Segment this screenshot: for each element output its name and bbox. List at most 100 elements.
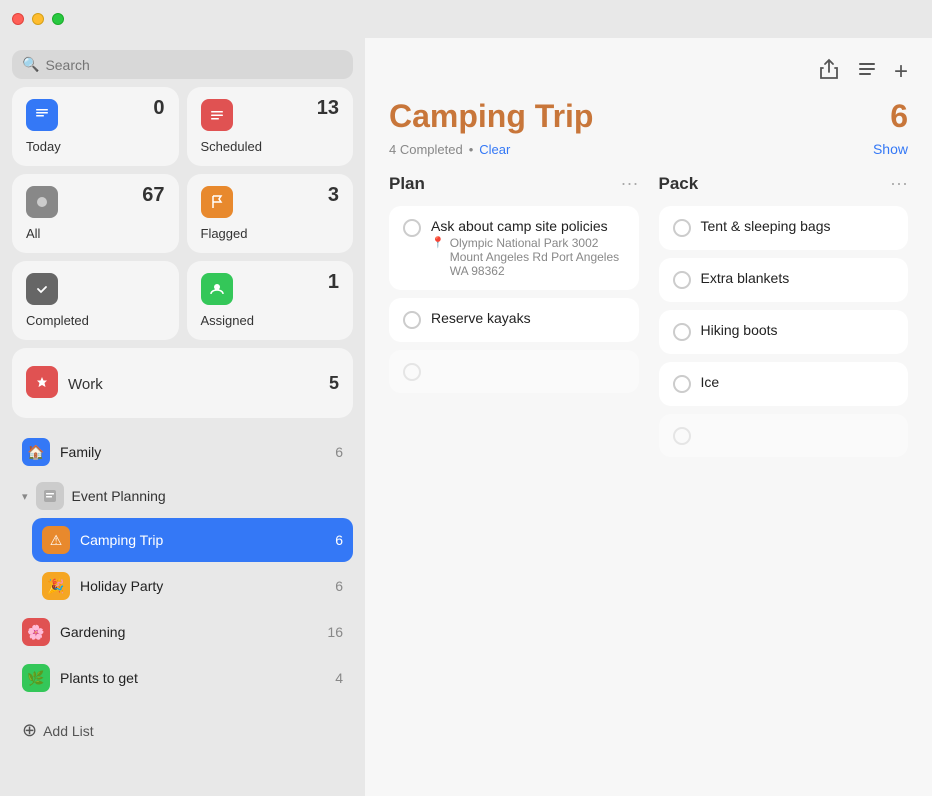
task-checkbox-ice[interactable] [673, 375, 691, 393]
pack-column-title: Pack [659, 174, 699, 194]
task-checkbox-1[interactable] [403, 219, 421, 237]
task-ask-about-camp[interactable]: Ask about camp site policies 📍 Olympic N… [389, 206, 639, 290]
task-checkbox-tent[interactable] [673, 219, 691, 237]
add-task-icon[interactable]: + [894, 58, 908, 86]
smart-list-flagged[interactable]: 3 Flagged [187, 174, 354, 253]
meta-clear-button[interactable]: Clear [479, 142, 510, 157]
holiday-party-icon: 🎉 [42, 572, 70, 600]
meta-separator: • [469, 142, 474, 157]
group-chevron-icon: ▾ [22, 490, 28, 503]
search-icon: 🔍 [22, 56, 39, 73]
add-list-label: Add List [43, 723, 94, 739]
show-button[interactable]: Show [873, 141, 908, 157]
add-list-button[interactable]: ⊕ Add List [12, 712, 353, 749]
family-icon: 🏠 [22, 438, 50, 466]
toolbar: + [389, 58, 908, 86]
flagged-count: 3 [328, 184, 339, 207]
work-label: Work [68, 376, 319, 393]
plan-column-title: Plan [389, 174, 425, 194]
minimize-button[interactable] [32, 13, 44, 25]
list-header: Camping Trip 6 [389, 98, 908, 135]
sidebar: 🔍 0 Today 13 [0, 38, 365, 796]
event-planning-icon [36, 482, 64, 510]
scheduled-icon [201, 99, 233, 131]
pin-icon: 📍 [431, 236, 445, 249]
family-count: 6 [335, 444, 343, 460]
assigned-icon [201, 273, 233, 305]
all-icon [26, 186, 58, 218]
smart-lists-grid: 0 Today 13 [12, 87, 353, 340]
smart-list-work[interactable]: Work 5 [12, 348, 353, 418]
flagged-label: Flagged [201, 226, 340, 241]
smart-list-assigned[interactable]: 1 Assigned [187, 261, 354, 340]
task-ice[interactable]: Ice [659, 362, 909, 406]
pack-column-header: Pack ··· [659, 173, 909, 194]
list-item-camping-trip[interactable]: ⚠ Camping Trip 6 [32, 518, 353, 562]
task-name-blankets: Extra blankets [701, 270, 895, 286]
plan-more-button[interactable]: ··· [621, 173, 639, 194]
task-content-blankets: Extra blankets [701, 270, 895, 286]
plants-count: 4 [335, 670, 343, 686]
task-content-boots: Hiking boots [701, 322, 895, 338]
app-body: 🔍 0 Today 13 [0, 38, 932, 796]
plants-name: Plants to get [60, 670, 325, 686]
list-item-gardening[interactable]: 🌸 Gardening 16 [12, 610, 353, 654]
list-header-section: Camping Trip 6 4 Completed • Clear Show [389, 98, 908, 173]
task-checkbox-boots[interactable] [673, 323, 691, 341]
search-input[interactable] [45, 57, 343, 73]
pack-column: Pack ··· Tent & sleeping bags Extra blan… [659, 173, 909, 776]
plants-icon: 🌿 [22, 664, 50, 692]
list-item-family[interactable]: 🏠 Family 6 [12, 430, 353, 474]
maximize-button[interactable] [52, 13, 64, 25]
scheduled-count: 13 [317, 97, 339, 120]
smart-list-all[interactable]: 67 All [12, 174, 179, 253]
list-view-icon[interactable] [856, 58, 878, 86]
meta-completed: 4 Completed [389, 142, 463, 157]
list-title: Camping Trip [389, 98, 593, 135]
holiday-party-name: Holiday Party [80, 578, 325, 594]
assigned-count: 1 [328, 271, 339, 294]
task-checkbox-empty-pack [673, 427, 691, 445]
task-empty-plan[interactable] [389, 350, 639, 393]
main-content: + Camping Trip 6 4 Completed • Clear Sho… [365, 38, 932, 796]
today-label: Today [26, 139, 165, 154]
plan-column-header: Plan ··· [389, 173, 639, 194]
task-name-tent: Tent & sleeping bags [701, 218, 895, 234]
task-checkbox-2[interactable] [403, 311, 421, 329]
gardening-icon: 🌸 [22, 618, 50, 646]
scheduled-label: Scheduled [201, 139, 340, 154]
task-empty-pack[interactable] [659, 414, 909, 457]
task-boots[interactable]: Hiking boots [659, 310, 909, 354]
task-content-tent: Tent & sleeping bags [701, 218, 895, 234]
columns: Plan ··· Ask about camp site policies 📍 … [389, 173, 908, 776]
task-name-ice: Ice [701, 374, 895, 390]
search-bar[interactable]: 🔍 [12, 50, 353, 79]
task-content-1: Ask about camp site policies 📍 Olympic N… [431, 218, 625, 278]
task-reserve-kayaks[interactable]: Reserve kayaks [389, 298, 639, 342]
camping-trip-count: 6 [335, 532, 343, 548]
task-name-boots: Hiking boots [701, 322, 895, 338]
today-icon [26, 99, 58, 131]
camping-trip-name: Camping Trip [80, 532, 325, 548]
titlebar [0, 0, 932, 38]
task-blankets[interactable]: Extra blankets [659, 258, 909, 302]
share-icon[interactable] [818, 58, 840, 86]
assigned-label: Assigned [201, 313, 340, 328]
task-content-2: Reserve kayaks [431, 310, 625, 326]
task-checkbox-blankets[interactable] [673, 271, 691, 289]
lists-section: 🏠 Family 6 ▾ Event Planning [12, 430, 353, 700]
smart-list-completed[interactable]: Completed [12, 261, 179, 340]
camping-trip-icon: ⚠ [42, 526, 70, 554]
close-button[interactable] [12, 13, 24, 25]
task-tent[interactable]: Tent & sleeping bags [659, 206, 909, 250]
pack-more-button[interactable]: ··· [890, 173, 908, 194]
smart-list-today[interactable]: 0 Today [12, 87, 179, 166]
completed-label: Completed [26, 313, 165, 328]
smart-list-scheduled[interactable]: 13 Scheduled [187, 87, 354, 166]
event-planning-group[interactable]: ▾ Event Planning [12, 476, 353, 516]
list-item-plants[interactable]: 🌿 Plants to get 4 [12, 656, 353, 700]
task-checkbox-empty [403, 363, 421, 381]
today-count: 0 [153, 97, 164, 120]
list-item-holiday-party[interactable]: 🎉 Holiday Party 6 [32, 564, 353, 608]
completed-icon [26, 273, 58, 305]
